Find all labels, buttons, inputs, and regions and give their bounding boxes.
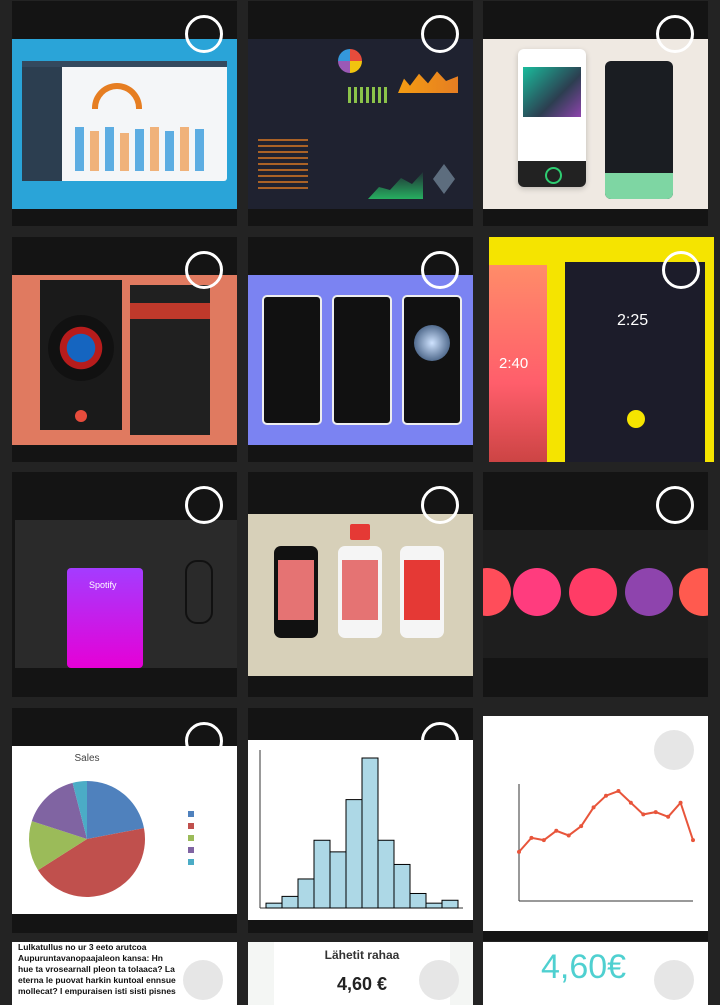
histogram-bar	[361, 757, 379, 909]
select-circle-button[interactable]	[421, 486, 459, 524]
line-point	[529, 835, 534, 840]
line-point	[579, 824, 584, 829]
time-display: 2:25	[617, 312, 649, 329]
time-display: 2:40	[499, 355, 529, 372]
image-grid: 2:40 2:25 Spotify Sales Lulkatullus no u…	[0, 0, 720, 1005]
select-circle-button[interactable]	[185, 15, 223, 53]
tile-image	[248, 275, 473, 445]
gallery-tile[interactable]: Sales	[12, 708, 237, 933]
tile-image	[12, 39, 237, 209]
select-circle-button[interactable]	[185, 486, 223, 524]
select-circle-button[interactable]	[421, 251, 459, 289]
spotify-label: Spotify	[89, 580, 117, 590]
price-text: 4,60€	[541, 948, 627, 986]
document-line: Lulkatullus no ur 3 eeto arutcoa	[18, 942, 147, 952]
gallery-tile[interactable]	[12, 1, 237, 226]
select-circle-button[interactable]	[656, 15, 694, 53]
line-point	[604, 793, 608, 798]
pie-chart	[29, 781, 146, 897]
histogram-bar	[329, 851, 347, 909]
line-point	[691, 838, 695, 843]
gallery-tile[interactable]	[483, 716, 708, 941]
line-point	[653, 810, 658, 815]
gallery-tile[interactable]	[483, 472, 708, 697]
receipt-title: Lähetit rahaa	[324, 948, 400, 962]
tile-image	[483, 39, 708, 209]
gallery-tile[interactable]	[248, 472, 473, 697]
gallery-tile[interactable]: 2:40 2:25	[489, 237, 714, 462]
histogram-bar	[425, 902, 443, 909]
tile-image	[12, 275, 237, 445]
line-point	[541, 838, 546, 843]
select-circle-button[interactable]	[183, 960, 223, 1000]
line-point	[666, 814, 671, 819]
histogram-bar	[313, 839, 331, 909]
tile-image: Sales	[12, 746, 237, 914]
histogram-bar	[441, 899, 459, 909]
select-circle-button[interactable]	[654, 730, 694, 770]
histogram-bar	[345, 799, 363, 909]
chart-title: Sales	[74, 753, 100, 764]
select-circle-button[interactable]	[421, 15, 459, 53]
line-point	[628, 800, 633, 805]
select-circle-button[interactable]	[421, 722, 459, 760]
tile-image	[483, 530, 708, 658]
gallery-tile[interactable]	[12, 237, 237, 462]
select-circle-button[interactable]	[654, 960, 694, 1000]
line-point	[678, 800, 683, 805]
line-point	[566, 833, 571, 838]
select-circle-button[interactable]	[185, 722, 223, 760]
gallery-tile[interactable]: Lähetit rahaa 4,60 €	[248, 942, 473, 1005]
gallery-tile[interactable]	[248, 708, 473, 933]
histogram-bar	[265, 902, 283, 909]
select-circle-button[interactable]	[419, 960, 459, 1000]
gallery-tile[interactable]: Lulkatullus no ur 3 eeto arutcoa Aupurunt…	[12, 942, 237, 1005]
gallery-tile[interactable]	[483, 1, 708, 226]
tile-image	[248, 39, 473, 209]
histogram-chart	[259, 750, 463, 909]
select-circle-button[interactable]	[662, 251, 700, 289]
line-series	[518, 789, 694, 853]
gallery-tile[interactable]: 4,60€	[483, 942, 708, 1005]
histogram-bar	[409, 892, 427, 909]
histogram-bar	[297, 878, 315, 909]
tile-image	[248, 514, 473, 676]
select-circle-button[interactable]	[656, 486, 694, 524]
line-point	[517, 849, 521, 854]
gallery-tile[interactable]	[248, 1, 473, 226]
tile-image	[248, 740, 473, 920]
line-point	[641, 812, 646, 817]
gallery-tile[interactable]: Spotify	[12, 472, 237, 697]
histogram-bar	[393, 863, 411, 909]
histogram-bar	[377, 839, 395, 909]
line-point	[591, 805, 596, 810]
select-circle-button[interactable]	[185, 251, 223, 289]
gallery-tile[interactable]	[248, 237, 473, 462]
histogram-bar	[281, 895, 299, 909]
line-point	[554, 828, 559, 833]
line-point	[616, 789, 621, 794]
tile-image: Spotify	[15, 520, 237, 668]
